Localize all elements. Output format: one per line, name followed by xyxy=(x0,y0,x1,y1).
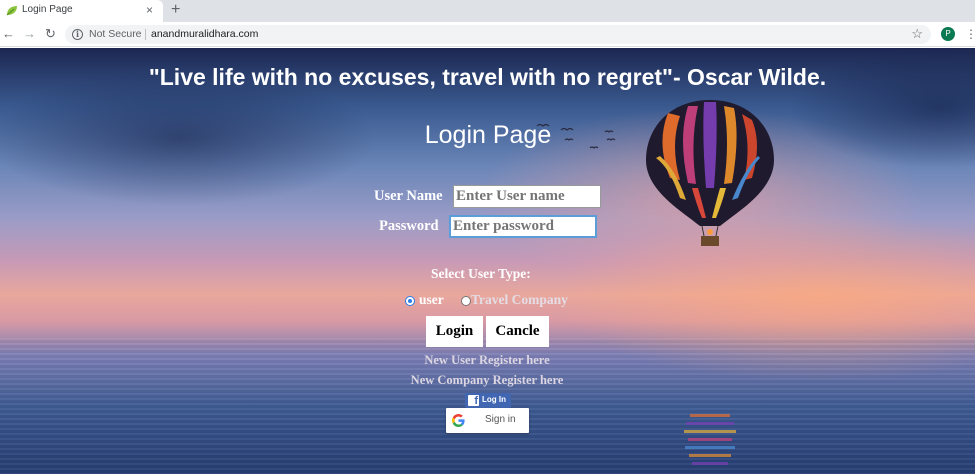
username-label: User Name xyxy=(374,188,443,204)
profile-avatar[interactable]: P xyxy=(941,27,955,41)
browser-menu-icon[interactable]: ⋮ xyxy=(965,25,975,43)
facebook-icon: f xyxy=(468,395,479,406)
browser-tab[interactable]: Login Page × xyxy=(0,0,163,22)
username-input[interactable] xyxy=(453,185,601,208)
security-status[interactable]: Not Secure xyxy=(89,28,142,40)
url-separator xyxy=(145,29,146,40)
page-background: "Live life with no excuses, travel with … xyxy=(0,48,975,474)
tab-strip: Login Page × + xyxy=(0,0,975,22)
user-type-label: Select User Type: xyxy=(431,266,531,281)
user-type-option-user[interactable]: user xyxy=(419,292,444,308)
user-type-radio-user[interactable] xyxy=(405,296,415,306)
google-icon xyxy=(452,414,465,427)
register-company-link[interactable]: New Company Register here xyxy=(387,373,587,388)
register-user-link[interactable]: New User Register here xyxy=(387,353,587,368)
tab-close-icon[interactable]: × xyxy=(146,2,153,18)
reload-icon[interactable]: ↻ xyxy=(45,25,56,43)
user-type-radio-travel-company[interactable] xyxy=(461,296,471,306)
facebook-login-label: Log In xyxy=(482,395,506,404)
password-input[interactable] xyxy=(449,215,597,238)
password-label: Password xyxy=(379,218,439,234)
facebook-login-button[interactable]: f Log In xyxy=(465,393,511,408)
google-signin-label: Sign in xyxy=(485,414,516,425)
balloon-reflection xyxy=(684,414,736,465)
url-text[interactable]: anandmuralidhara.com xyxy=(151,28,258,40)
back-icon[interactable]: ← xyxy=(2,25,15,43)
quote-banner: "Live life with no excuses, travel with … xyxy=(148,64,827,90)
hot-air-balloon-illustration xyxy=(646,100,774,246)
address-bar[interactable]: i Not Secure anandmuralidhara.com ☆ xyxy=(65,25,931,44)
google-signin-button[interactable]: Sign in xyxy=(446,408,529,433)
login-button[interactable]: Login xyxy=(426,316,483,347)
cancel-button[interactable]: Cancle xyxy=(486,316,549,347)
bookmark-star-icon[interactable]: ☆ xyxy=(911,26,923,42)
leaf-favicon-icon xyxy=(6,6,17,16)
tab-title: Login Page xyxy=(22,4,73,15)
forward-icon[interactable]: → xyxy=(23,25,36,43)
user-type-option-travel-company[interactable]: Travel Company xyxy=(471,292,568,308)
page-title: Login Page xyxy=(424,121,552,149)
browser-toolbar: ← → ↻ i Not Secure anandmuralidhara.com … xyxy=(0,22,975,47)
info-icon[interactable]: i xyxy=(72,29,83,40)
new-tab-button[interactable]: + xyxy=(171,1,180,19)
